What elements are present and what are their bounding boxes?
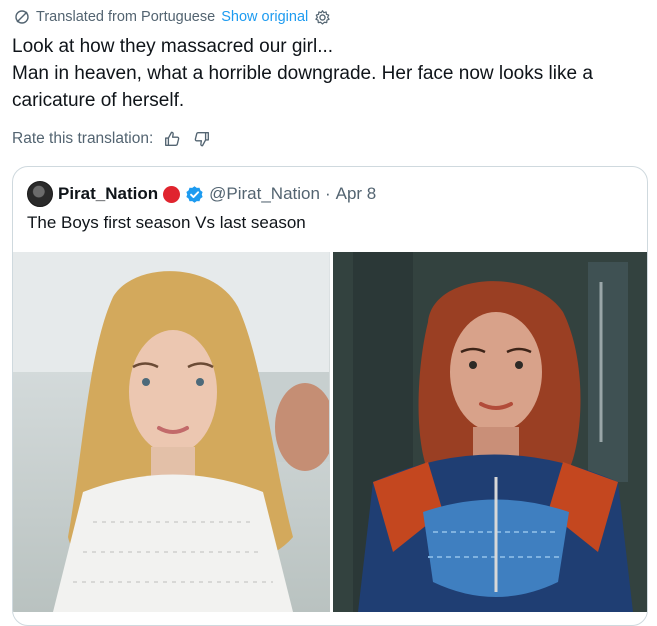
translation-bar: Translated from Portuguese Show original bbox=[14, 6, 331, 28]
tweet-text: Look at how they massacred our girl... M… bbox=[12, 33, 642, 114]
media-grid bbox=[13, 252, 647, 612]
quote-header: Pirat_Nation @Pirat_Nation · Apr 8 bbox=[27, 179, 376, 209]
thumbs-up-icon[interactable] bbox=[161, 128, 183, 150]
quote-text: The Boys first season Vs last season bbox=[27, 213, 306, 232]
photo-redhead-superhero-icon[interactable] bbox=[332, 252, 647, 612]
handle[interactable]: @Pirat_Nation bbox=[209, 184, 320, 204]
tweet-line: Man in heaven, what a horrible downgrade… bbox=[12, 63, 599, 111]
tweet-line: Look at how they massacred our girl... bbox=[12, 36, 334, 57]
avatar[interactable] bbox=[27, 181, 53, 207]
quoted-tweet[interactable]: Pirat_Nation @Pirat_Nation · Apr 8 The B… bbox=[12, 166, 648, 626]
red-circle-badge-icon bbox=[163, 185, 181, 203]
verified-badge-icon bbox=[185, 185, 204, 204]
rate-translation: Rate this translation: bbox=[12, 127, 213, 151]
globe-arrows-icon bbox=[14, 9, 30, 25]
gear-icon[interactable] bbox=[314, 9, 331, 26]
rate-label: Rate this translation: bbox=[12, 130, 154, 147]
post-date[interactable]: Apr 8 bbox=[336, 184, 377, 204]
show-original-link[interactable]: Show original bbox=[221, 9, 308, 25]
translation-label: Translated from Portuguese bbox=[36, 9, 216, 25]
photo-blonde-woman-icon[interactable] bbox=[13, 252, 330, 612]
display-name[interactable]: Pirat_Nation bbox=[58, 184, 158, 204]
thumbs-down-icon[interactable] bbox=[191, 128, 213, 150]
separator: · bbox=[324, 184, 331, 203]
